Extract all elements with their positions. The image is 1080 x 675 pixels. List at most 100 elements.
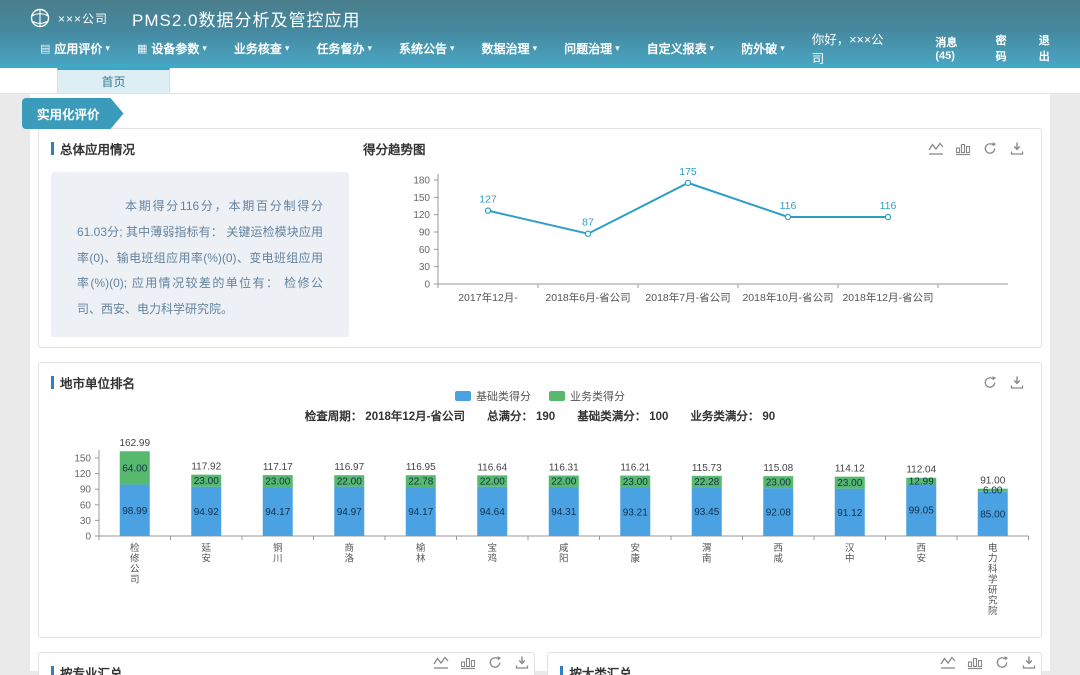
- info-value: 2018年12月-省公司: [365, 411, 465, 423]
- svg-text:114.12: 114.12: [835, 464, 865, 475]
- svg-text:23.00: 23.00: [766, 478, 791, 489]
- download-icon[interactable]: [1021, 655, 1037, 670]
- refresh-icon[interactable]: [994, 655, 1010, 670]
- svg-text:0: 0: [424, 280, 430, 291]
- download-icon[interactable]: [514, 655, 530, 670]
- nav-label: 任务督办: [316, 40, 364, 57]
- nav-label: 应用评价: [54, 40, 102, 57]
- overview-panel: 总体应用情况 本期得分116分，本期百分制得分61.03分; 其中薄弱指标有： …: [51, 139, 363, 337]
- tab-bar: 首页: [0, 68, 1080, 94]
- caret-down-icon: ▾: [105, 43, 110, 54]
- svg-text:150: 150: [74, 454, 91, 465]
- svg-text:120: 120: [74, 469, 91, 480]
- svg-text:116: 116: [780, 200, 797, 212]
- svg-text:2018年10月-省公司: 2018年10月-省公司: [742, 291, 833, 304]
- svg-text:90: 90: [80, 485, 92, 496]
- svg-text:116.31: 116.31: [549, 463, 579, 474]
- svg-text:98.99: 98.99: [122, 506, 147, 517]
- logout-link[interactable]: 退出: [1039, 32, 1058, 64]
- line-chart-icon[interactable]: [433, 655, 449, 670]
- messages-link[interactable]: 消息(45): [935, 34, 971, 62]
- legend-item-business[interactable]: 业务类得分: [549, 388, 625, 404]
- svg-text:商洛: 商洛: [344, 542, 354, 565]
- svg-text:30: 30: [80, 516, 92, 527]
- download-icon[interactable]: [1009, 375, 1025, 390]
- svg-text:116.95: 116.95: [406, 462, 436, 473]
- svg-text:87: 87: [582, 217, 594, 229]
- ranking-toolbar: [971, 375, 1025, 390]
- svg-text:宝鸡: 宝鸡: [487, 542, 497, 565]
- svg-text:汉中: 汉中: [845, 543, 855, 565]
- nav-item-data-governance[interactable]: 数据治理▾: [482, 40, 538, 57]
- content-wrapper: 总体应用情况 本期得分116分，本期百分制得分61.03分; 其中薄弱指标有： …: [30, 94, 1050, 671]
- city-ranking-card: 地市单位排名 基础类得分 业务类得分 检查周期：2018年12月-省公司 总满分…: [38, 362, 1042, 638]
- nav-item-system-notice[interactable]: 系统公告▾: [399, 40, 455, 57]
- svg-text:2018年6月-省公司: 2018年6月-省公司: [545, 291, 630, 304]
- svg-text:23.00: 23.00: [623, 477, 648, 488]
- device-icon: ▦: [137, 42, 147, 55]
- refresh-icon[interactable]: [982, 141, 998, 156]
- bar-chart-icon[interactable]: [955, 141, 971, 156]
- svg-text:22.00: 22.00: [480, 477, 505, 488]
- svg-text:检修公司: 检修公司: [130, 542, 140, 586]
- svg-text:94.97: 94.97: [337, 507, 362, 518]
- line-chart-icon[interactable]: [940, 655, 956, 670]
- svg-text:175: 175: [679, 166, 697, 178]
- caret-down-icon: ▾: [367, 43, 372, 54]
- app-title: PMS2.0数据分析及管控应用: [132, 6, 360, 31]
- legend-swatch-base: [455, 391, 471, 401]
- page-tag: 实用化评价: [22, 98, 124, 129]
- ranking-info-line: 检查周期：2018年12月-省公司 总满分：190 基础类满分：100 业务类满…: [51, 408, 1029, 424]
- svg-text:渭南: 渭南: [702, 543, 712, 565]
- legend-item-base[interactable]: 基础类得分: [455, 388, 531, 404]
- svg-text:22.00: 22.00: [551, 477, 576, 488]
- by-specialty-card: 按专业汇总 总满分：190 输电满分：41 变电满分：51 配电满分：54 其他…: [38, 652, 535, 675]
- nav-label: 设备参数: [151, 40, 199, 57]
- nav-item-task-supervision[interactable]: 任务督办▾: [316, 40, 372, 57]
- nav-item-business-check[interactable]: 业务核查▾: [234, 40, 290, 57]
- title-accent: [560, 666, 563, 675]
- svg-text:2018年7月-省公司: 2018年7月-省公司: [645, 291, 730, 304]
- overview-summary-text: 本期得分116分，本期百分制得分61.03分; 其中薄弱指标有： 关键运检模块应…: [51, 172, 349, 337]
- svg-text:180: 180: [413, 176, 430, 187]
- site-header: ×××公司 PMS2.0数据分析及管控应用 ▤应用评价▾ ▦设备参数▾ 业务核查…: [0, 0, 1080, 68]
- nav-item-app-eval[interactable]: ▤应用评价▾: [40, 40, 110, 57]
- svg-text:116.64: 116.64: [477, 462, 507, 473]
- svg-text:115.73: 115.73: [692, 463, 722, 474]
- svg-text:117.17: 117.17: [263, 462, 293, 473]
- svg-text:2017年12月-: 2017年12月-: [458, 291, 518, 304]
- svg-text:60: 60: [419, 245, 431, 256]
- nav-item-custom-report[interactable]: 自定义报表▾: [647, 40, 715, 57]
- nav-item-issue-governance[interactable]: 问题治理▾: [564, 40, 620, 57]
- info-label: 基础类满分：: [577, 411, 646, 423]
- bar-chart-icon[interactable]: [967, 655, 983, 670]
- tab-home[interactable]: 首页: [57, 68, 170, 93]
- svg-text:90: 90: [419, 228, 431, 239]
- nav-item-device-params[interactable]: ▦设备参数▾: [137, 40, 207, 57]
- ranking-title: 地市单位排名: [60, 373, 135, 392]
- legend-swatch-business: [549, 391, 565, 401]
- legend-label: 业务类得分: [570, 388, 625, 404]
- refresh-icon[interactable]: [982, 375, 998, 390]
- nav-label: 业务核查: [234, 40, 282, 57]
- svg-text:30: 30: [419, 262, 431, 273]
- line-chart-icon[interactable]: [928, 141, 944, 156]
- svg-text:92.08: 92.08: [766, 508, 791, 519]
- caret-down-icon: ▾: [285, 43, 290, 54]
- svg-text:85.00: 85.00: [980, 509, 1005, 520]
- by-specialty-title: 按专业汇总: [60, 663, 123, 675]
- refresh-icon[interactable]: [487, 655, 503, 670]
- nav-label: 数据治理: [482, 40, 530, 57]
- svg-text:150: 150: [413, 193, 430, 204]
- password-link[interactable]: 密码: [996, 32, 1015, 64]
- svg-text:115.08: 115.08: [763, 463, 793, 474]
- bar-chart-icon[interactable]: [460, 655, 476, 670]
- svg-text:23.00: 23.00: [837, 478, 862, 489]
- download-icon[interactable]: [1009, 141, 1025, 156]
- title-accent: [51, 142, 54, 155]
- main-nav: ▤应用评价▾ ▦设备参数▾ 业务核查▾ 任务督办▾ 系统公告▾ 数据治理▾ 问题…: [0, 32, 1080, 64]
- caret-down-icon: ▾: [780, 43, 785, 54]
- svg-text:安康: 安康: [630, 542, 640, 565]
- svg-text:117.92: 117.92: [191, 462, 221, 473]
- nav-item-anti-damage[interactable]: 防外破▾: [741, 40, 785, 57]
